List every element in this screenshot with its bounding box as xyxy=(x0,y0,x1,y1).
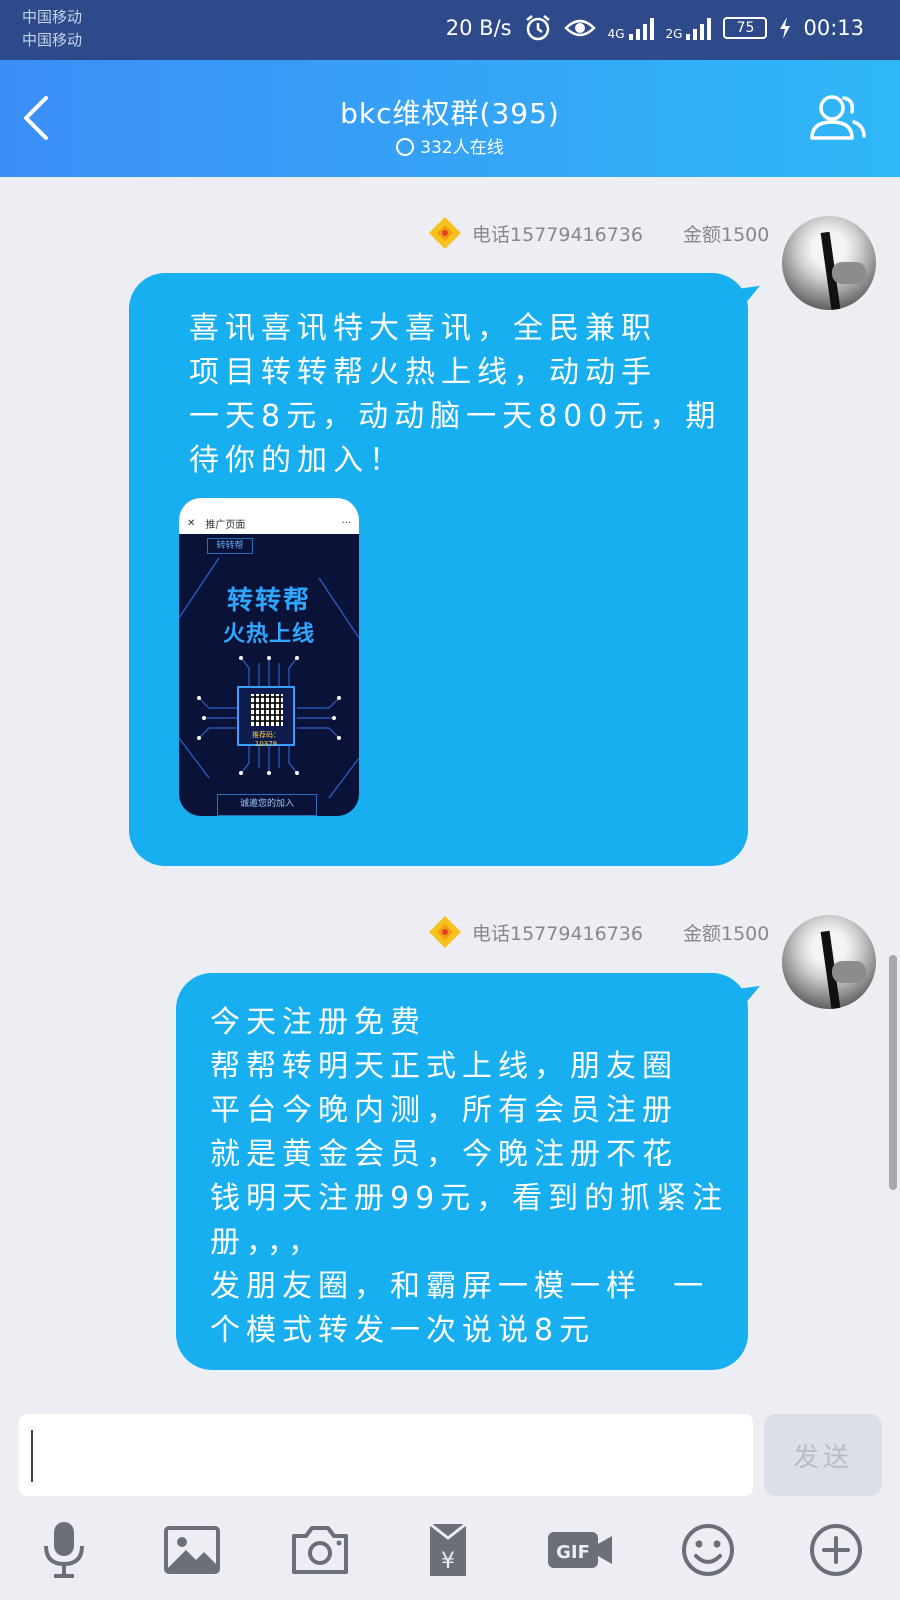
signal-2g-icon xyxy=(686,16,712,40)
sender-avatar[interactable] xyxy=(782,915,876,1009)
poster-tag: 转转帮 xyxy=(207,538,253,554)
input-area: 发送 ¥ GIF xyxy=(0,1400,900,1600)
input-toolbar: ¥ GIF xyxy=(0,1518,900,1592)
status-bar: 中国移动 中国移动 20 B/s 4G 2G 75 00:13 xyxy=(0,0,900,60)
online-count: 332人在线 xyxy=(0,133,900,158)
svg-text:¥: ¥ xyxy=(441,1549,455,1574)
battery-indicator: 75 xyxy=(723,17,768,39)
text-caret xyxy=(31,1430,33,1482)
poster-image[interactable]: ✕ 推广页面 ··· 转转帮 转转帮 火热上线 推荐码：10379 诚邀您的加入 xyxy=(179,498,359,816)
chat-header: bkc维权群(395) 332人在线 xyxy=(0,60,900,177)
camera-icon[interactable] xyxy=(288,1518,352,1582)
image-icon[interactable] xyxy=(160,1518,224,1582)
message-text: 今天注册免费 帮帮转明天正式上线，朋友圈 平台今晚内测，所有会员注册 就是黄金会… xyxy=(210,1005,729,1348)
qr-code: 推荐码：10379 xyxy=(237,686,295,748)
message-input[interactable] xyxy=(19,1414,753,1496)
vip-diamond-icon xyxy=(429,217,461,249)
referral-code: 推荐码：10379 xyxy=(252,731,280,748)
carrier-labels: 中国移动 中国移动 xyxy=(22,6,82,52)
poster-headline: 转转帮 xyxy=(226,586,311,616)
online-check-icon xyxy=(396,138,415,156)
send-button[interactable]: 发送 xyxy=(764,1414,882,1496)
emoji-icon[interactable] xyxy=(676,1518,740,1582)
sender-phone: 电话15779416736 xyxy=(472,922,643,945)
network-4g-label: 4G xyxy=(607,27,625,41)
charging-icon xyxy=(780,17,791,39)
group-title[interactable]: bkc维权群(395) xyxy=(0,92,900,132)
red-packet-icon[interactable]: ¥ xyxy=(416,1518,480,1582)
sender-amount: 金额1500 xyxy=(682,223,770,246)
status-indicators: 20 B/s 4G 2G 75 00:13 xyxy=(446,14,864,42)
sender-info: 电话15779416736 金额1500 xyxy=(428,216,769,250)
group-members-icon[interactable] xyxy=(804,86,868,150)
message-bubble[interactable]: 喜讯喜讯特大喜讯，全民兼职 项目转转帮火热上线，动动手 一天8元，动动脑一天80… xyxy=(129,273,748,866)
sender-amount: 金额1500 xyxy=(682,922,770,945)
message-text: 喜讯喜讯特大喜讯，全民兼职 项目转转帮火热上线，动动手 一天8元，动动脑一天80… xyxy=(189,311,722,478)
network-2g-label: 2G xyxy=(665,27,683,41)
sender-phone: 电话15779416736 xyxy=(472,223,643,246)
carrier-label-2: 中国移动 xyxy=(22,31,83,49)
eye-icon xyxy=(563,19,596,37)
online-count-label: 332人在线 xyxy=(420,138,504,158)
chat-scrollbar[interactable] xyxy=(889,955,897,1190)
message-bubble[interactable]: 今天注册免费 帮帮转明天正式上线，朋友圈 平台今晚内测，所有会员注册 就是黄金会… xyxy=(176,973,748,1370)
poster-footer: 诚邀您的加入 xyxy=(217,794,317,816)
gif-label: GIF xyxy=(556,1542,590,1563)
vip-diamond-icon xyxy=(429,916,461,948)
plus-icon[interactable] xyxy=(804,1518,868,1582)
net-speed: 20 B/s xyxy=(445,16,512,40)
microphone-icon[interactable] xyxy=(32,1518,96,1582)
circuit-graphic xyxy=(179,557,359,799)
gif-icon[interactable]: GIF xyxy=(544,1518,616,1582)
poster-subheadline: 火热上线 xyxy=(222,622,315,647)
sender-info: 电话15779416736 金额1500 xyxy=(428,915,769,949)
sender-avatar[interactable] xyxy=(782,216,876,310)
signal-4g-icon xyxy=(628,16,654,40)
alarm-icon xyxy=(525,15,550,41)
clock: 00:13 xyxy=(803,16,864,40)
carrier-label-1: 中国移动 xyxy=(22,8,83,26)
